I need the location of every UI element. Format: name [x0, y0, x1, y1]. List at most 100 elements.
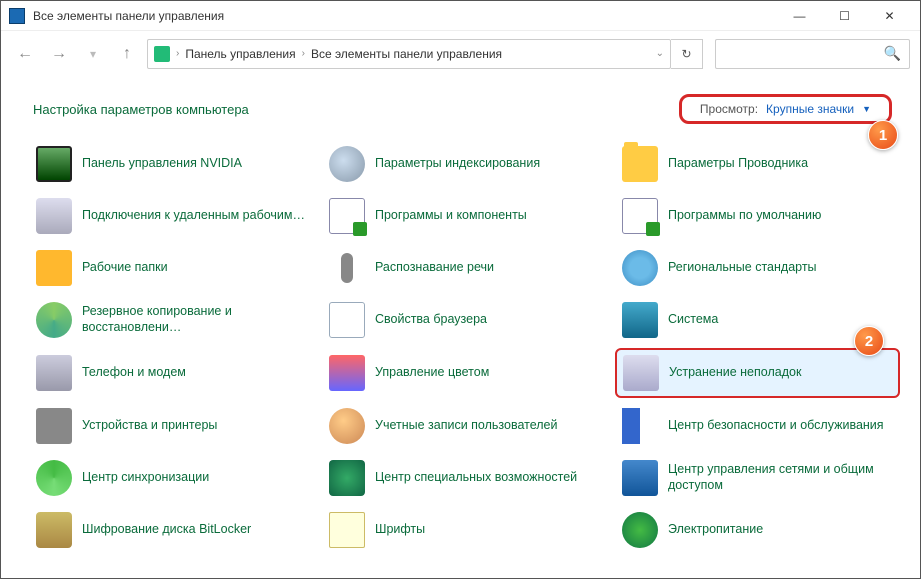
item-programs[interactable]: Программы и компоненты	[322, 192, 607, 240]
view-label: Просмотр:	[700, 102, 758, 116]
app-icon	[9, 8, 25, 24]
titlebar: Все элементы панели управления — ☐ ✕	[1, 1, 920, 31]
item-label: Шифрование диска BitLocker	[82, 522, 251, 538]
item-label: Центр специальных возможностей	[375, 470, 577, 486]
item-phone-modem[interactable]: Телефон и модем	[29, 348, 314, 398]
folder-icon	[622, 146, 658, 182]
backup-icon	[36, 302, 72, 338]
refresh-button[interactable]: ↻	[671, 39, 703, 69]
item-power[interactable]: Электропитание	[615, 506, 900, 554]
maximize-button[interactable]: ☐	[822, 2, 867, 30]
page-title: Настройка параметров компьютера	[33, 102, 679, 117]
programs-default-icon	[622, 198, 658, 234]
item-bitlocker[interactable]: Шифрование диска BitLocker	[29, 506, 314, 554]
network-icon	[622, 460, 658, 496]
callout-2: 2	[854, 326, 884, 356]
view-value: Крупные значки	[766, 102, 854, 116]
search-input[interactable]	[724, 47, 884, 61]
item-troubleshoot[interactable]: Устранение неполадок	[615, 348, 900, 398]
back-button[interactable]: ←	[11, 40, 39, 68]
item-label: Электропитание	[668, 522, 763, 538]
breadcrumb-root[interactable]: Панель управления	[185, 47, 295, 61]
phone-icon	[36, 355, 72, 391]
search-icon: 🔍	[884, 45, 901, 62]
accessibility-icon	[329, 460, 365, 496]
item-speech[interactable]: Распознавание речи	[322, 244, 607, 292]
view-selector[interactable]: Просмотр: Крупные значки ▼	[679, 94, 892, 124]
item-region[interactable]: Региональные стандарты	[615, 244, 900, 292]
printer-icon	[36, 408, 72, 444]
item-sync-center[interactable]: Центр синхронизации	[29, 454, 314, 502]
item-security-center[interactable]: Центр безопасности и обслуживания	[615, 402, 900, 450]
item-label: Программы и компоненты	[375, 208, 527, 224]
color-icon	[329, 355, 365, 391]
item-ease-of-access[interactable]: Центр специальных возможностей	[322, 454, 607, 502]
browser-icon	[329, 302, 365, 338]
system-icon	[622, 302, 658, 338]
item-label: Параметры Проводника	[668, 156, 808, 172]
item-label: Распознавание речи	[375, 260, 494, 276]
lock-icon	[36, 512, 72, 548]
item-work-folders[interactable]: Рабочие папки	[29, 244, 314, 292]
item-user-accounts[interactable]: Учетные записи пользователей	[322, 402, 607, 450]
search-box[interactable]: 🔍	[715, 39, 910, 69]
sync-icon	[36, 460, 72, 496]
item-label: Управление цветом	[375, 365, 489, 381]
item-explorer-options[interactable]: Параметры Проводника	[615, 140, 900, 188]
item-devices-printers[interactable]: Устройства и принтеры	[29, 402, 314, 450]
item-label: Свойства браузера	[375, 312, 487, 328]
chevron-down-icon: ▼	[862, 104, 871, 114]
item-label: Панель управления NVIDIA	[82, 156, 242, 172]
callout-1: 1	[868, 120, 898, 150]
up-button[interactable]: ↑	[113, 40, 141, 68]
work-folder-icon	[36, 250, 72, 286]
chevron-right-icon: ›	[176, 48, 179, 59]
power-icon	[622, 512, 658, 548]
chevron-right-icon: ›	[302, 48, 305, 59]
item-label: Устройства и принтеры	[82, 418, 217, 434]
remote-icon	[36, 198, 72, 234]
item-label: Программы по умолчанию	[668, 208, 821, 224]
breadcrumb-current[interactable]: Все элементы панели управления	[311, 47, 502, 61]
window-title: Все элементы панели управления	[33, 9, 777, 23]
item-label: Параметры индексирования	[375, 156, 540, 172]
troubleshoot-icon	[623, 355, 659, 391]
microphone-icon	[329, 250, 365, 286]
item-indexing[interactable]: Параметры индексирования	[322, 140, 607, 188]
item-nvidia[interactable]: Панель управления NVIDIA	[29, 140, 314, 188]
item-label: Устранение неполадок	[669, 365, 801, 381]
item-network-center[interactable]: Центр управления сетями и общим доступом	[615, 454, 900, 502]
item-backup[interactable]: Резервное копирование и восстановлени…	[29, 296, 314, 344]
magnifier-icon	[329, 146, 365, 182]
item-label: Центр безопасности и обслуживания	[668, 418, 884, 434]
minimize-button[interactable]: —	[777, 2, 822, 30]
users-icon	[329, 408, 365, 444]
control-panel-icon	[154, 46, 170, 62]
item-default-programs[interactable]: Программы по умолчанию	[615, 192, 900, 240]
item-remote[interactable]: Подключения к удаленным рабочим…	[29, 192, 314, 240]
item-label: Подключения к удаленным рабочим…	[82, 208, 305, 224]
recent-dropdown[interactable]: ▾	[79, 40, 107, 68]
item-label: Резервное копирование и восстановлени…	[82, 304, 307, 335]
nvidia-icon	[36, 146, 72, 182]
programs-icon	[329, 198, 365, 234]
globe-icon	[622, 250, 658, 286]
close-button[interactable]: ✕	[867, 2, 912, 30]
item-label: Центр синхронизации	[82, 470, 209, 486]
address-dropdown-icon[interactable]: ⌄	[656, 48, 664, 59]
item-label: Региональные стандарты	[668, 260, 817, 276]
item-label: Центр управления сетями и общим доступом	[668, 462, 893, 493]
item-label: Шрифты	[375, 522, 425, 538]
item-label: Учетные записи пользователей	[375, 418, 558, 434]
item-internet-options[interactable]: Свойства браузера	[322, 296, 607, 344]
item-label: Рабочие папки	[82, 260, 168, 276]
item-label: Система	[668, 312, 718, 328]
flag-icon	[622, 408, 658, 444]
item-label: Телефон и модем	[82, 365, 186, 381]
forward-button[interactable]: →	[45, 40, 73, 68]
item-fonts[interactable]: Шрифты	[322, 506, 607, 554]
font-icon	[329, 512, 365, 548]
address-bar[interactable]: › Панель управления › Все элементы панел…	[147, 39, 671, 69]
navbar: ← → ▾ ↑ › Панель управления › Все элемен…	[1, 31, 920, 76]
item-color[interactable]: Управление цветом	[322, 348, 607, 398]
